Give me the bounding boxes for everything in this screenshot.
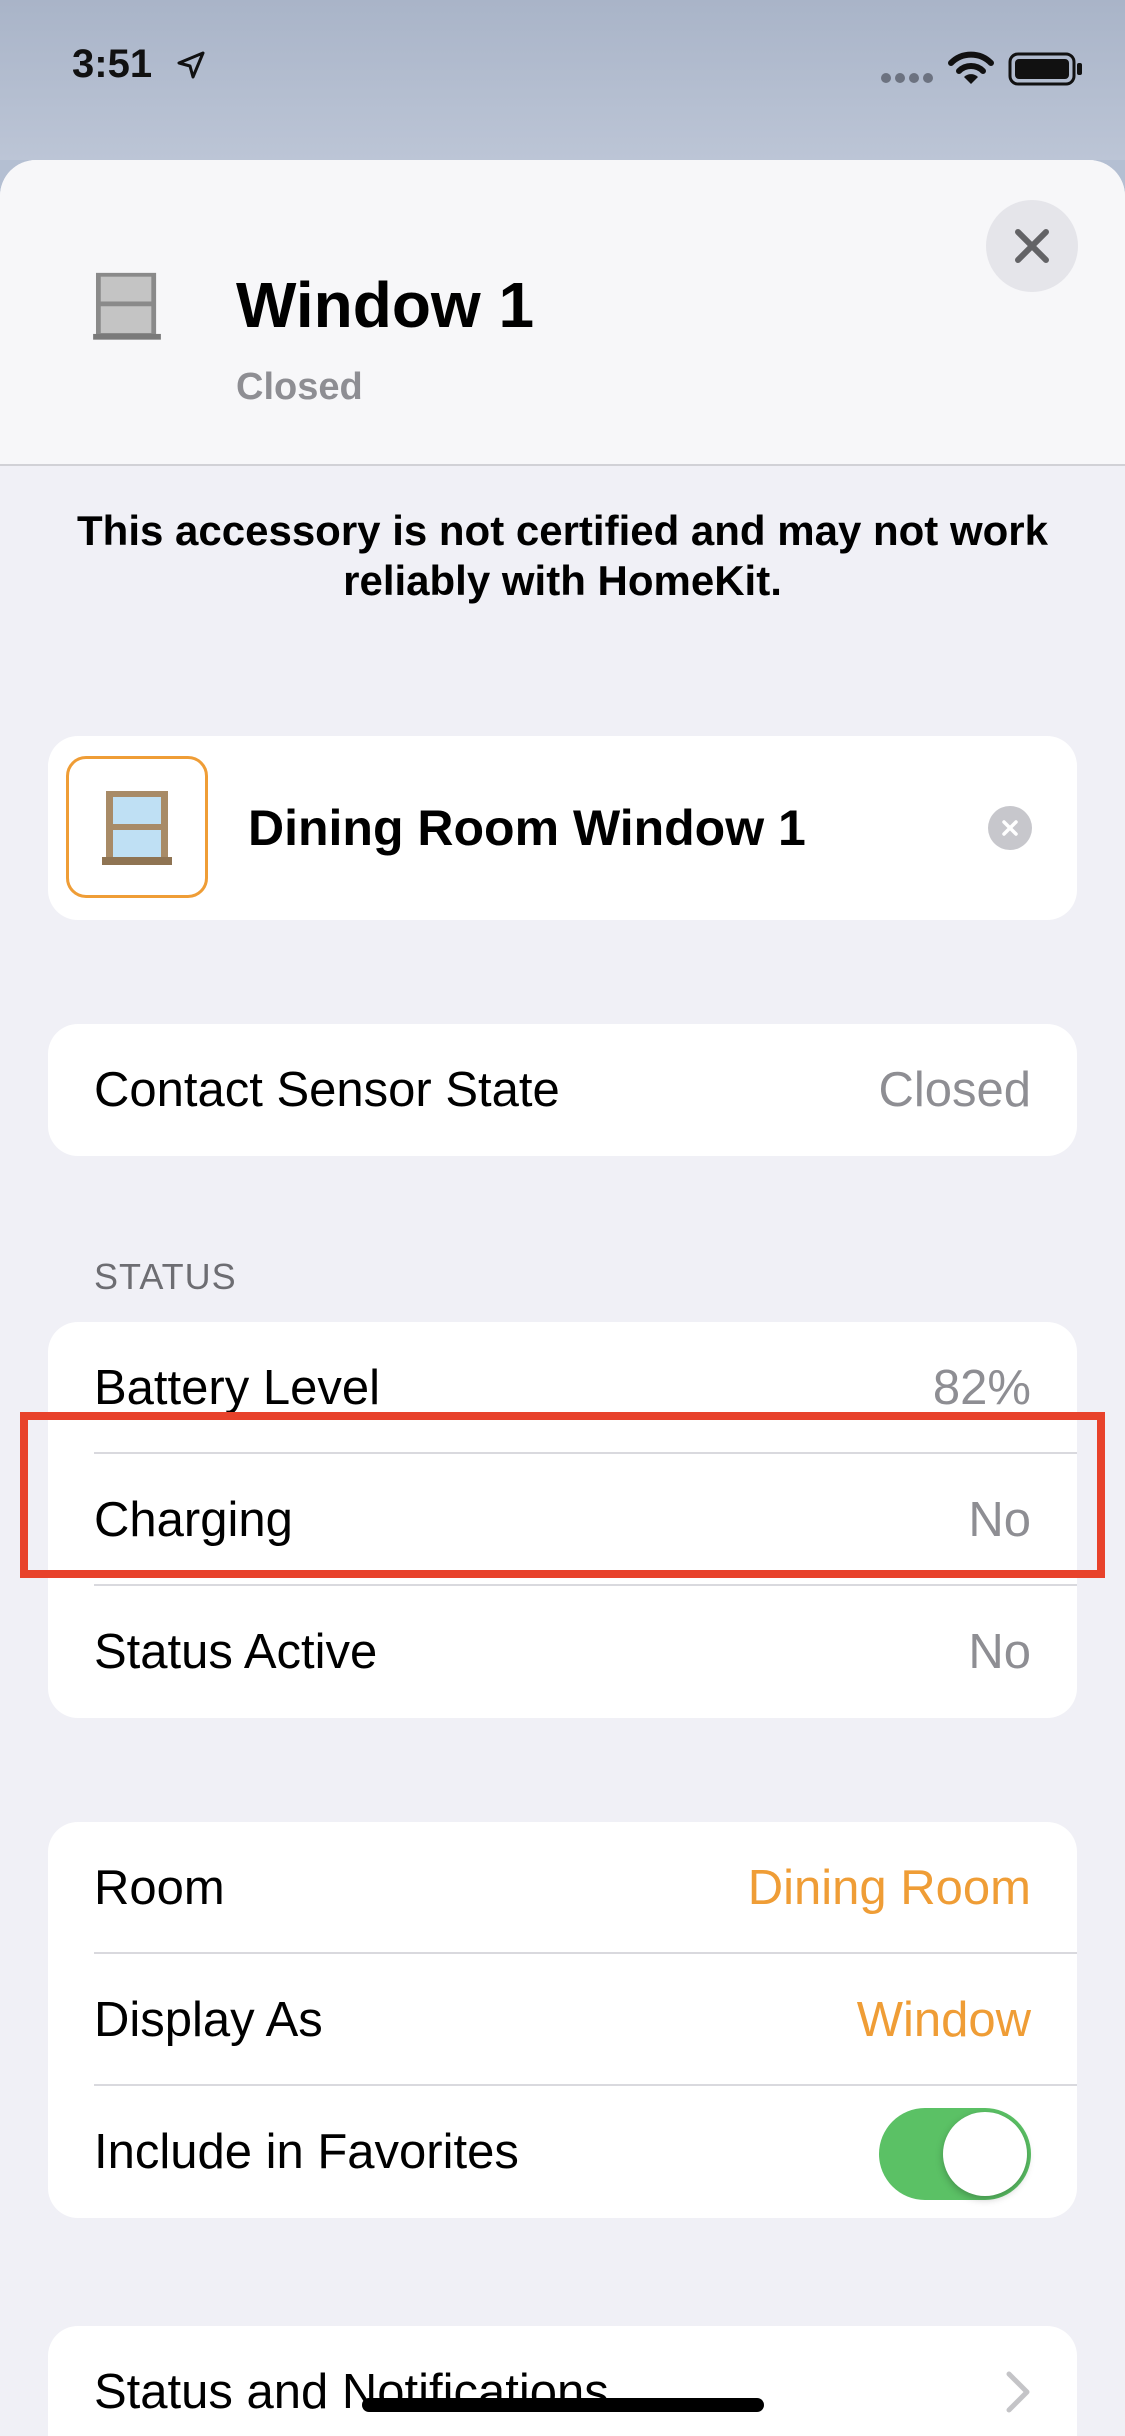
- chevron-right-icon: [1006, 2371, 1030, 2413]
- display-as-value[interactable]: Window: [857, 1954, 1031, 2086]
- toggle-knob: [943, 2112, 1027, 2196]
- room-row[interactable]: Room Dining Room: [48, 1822, 1077, 1954]
- accessory-title: Window 1: [236, 269, 535, 341]
- location-arrow-icon: [177, 51, 205, 79]
- favorites-label: Include in Favorites: [94, 2125, 519, 2179]
- status-active-label: Status Active: [94, 1625, 378, 1679]
- settings-card: Room Dining Room Display As Window Inclu…: [48, 1822, 1077, 2218]
- status-active-value: No: [968, 1625, 1031, 1679]
- status-notifications-label: Status and Notifications: [94, 2365, 609, 2419]
- status-section-header: STATUS: [94, 1256, 237, 1297]
- display-as-label: Display As: [94, 1993, 323, 2047]
- accessory-name-card[interactable]: Dining Room Window 1: [48, 736, 1077, 920]
- room-value[interactable]: Dining Room: [748, 1822, 1031, 1954]
- accessory-state: Closed: [236, 366, 363, 408]
- wifi-icon: [948, 51, 994, 84]
- accessory-detail-sheet: Window 1 Closed This accessory is not ce…: [0, 160, 1125, 2436]
- favorites-toggle[interactable]: [879, 2108, 1031, 2200]
- status-time: 3:51: [72, 42, 153, 86]
- cellular-signal-icon: [881, 73, 933, 83]
- close-icon: [1015, 229, 1049, 263]
- status-active-row: Status Active No: [48, 1586, 1077, 1718]
- status-bar: 3:51: [0, 0, 1125, 160]
- display-as-row[interactable]: Display As Window: [48, 1954, 1077, 2086]
- room-label: Room: [94, 1861, 225, 1915]
- window-icon: [93, 272, 161, 340]
- clear-name-button[interactable]: [988, 806, 1032, 850]
- sheet-header: Window 1 Closed: [0, 160, 1125, 466]
- contact-sensor-card: Contact Sensor State Closed: [48, 1024, 1077, 1156]
- highlight-box: [20, 1412, 1105, 1578]
- notifications-card[interactable]: Status and Notifications: [48, 2326, 1077, 2436]
- contact-sensor-value: Closed: [878, 1063, 1031, 1117]
- battery-icon: [1008, 52, 1082, 86]
- window-icon: [102, 791, 172, 865]
- contact-sensor-label: Contact Sensor State: [94, 1063, 560, 1117]
- close-button[interactable]: [986, 200, 1078, 292]
- clear-icon: [1002, 820, 1018, 836]
- accessory-name-field[interactable]: Dining Room Window 1: [248, 736, 806, 920]
- contact-sensor-row: Contact Sensor State Closed: [48, 1024, 1077, 1156]
- status-notifications-row[interactable]: Status and Notifications: [48, 2326, 1077, 2436]
- favorites-row: Include in Favorites: [48, 2086, 1077, 2218]
- certification-notice: This accessory is not certified and may …: [77, 507, 1048, 604]
- home-indicator[interactable]: [362, 2398, 764, 2412]
- accessory-thumbnail[interactable]: [66, 756, 208, 898]
